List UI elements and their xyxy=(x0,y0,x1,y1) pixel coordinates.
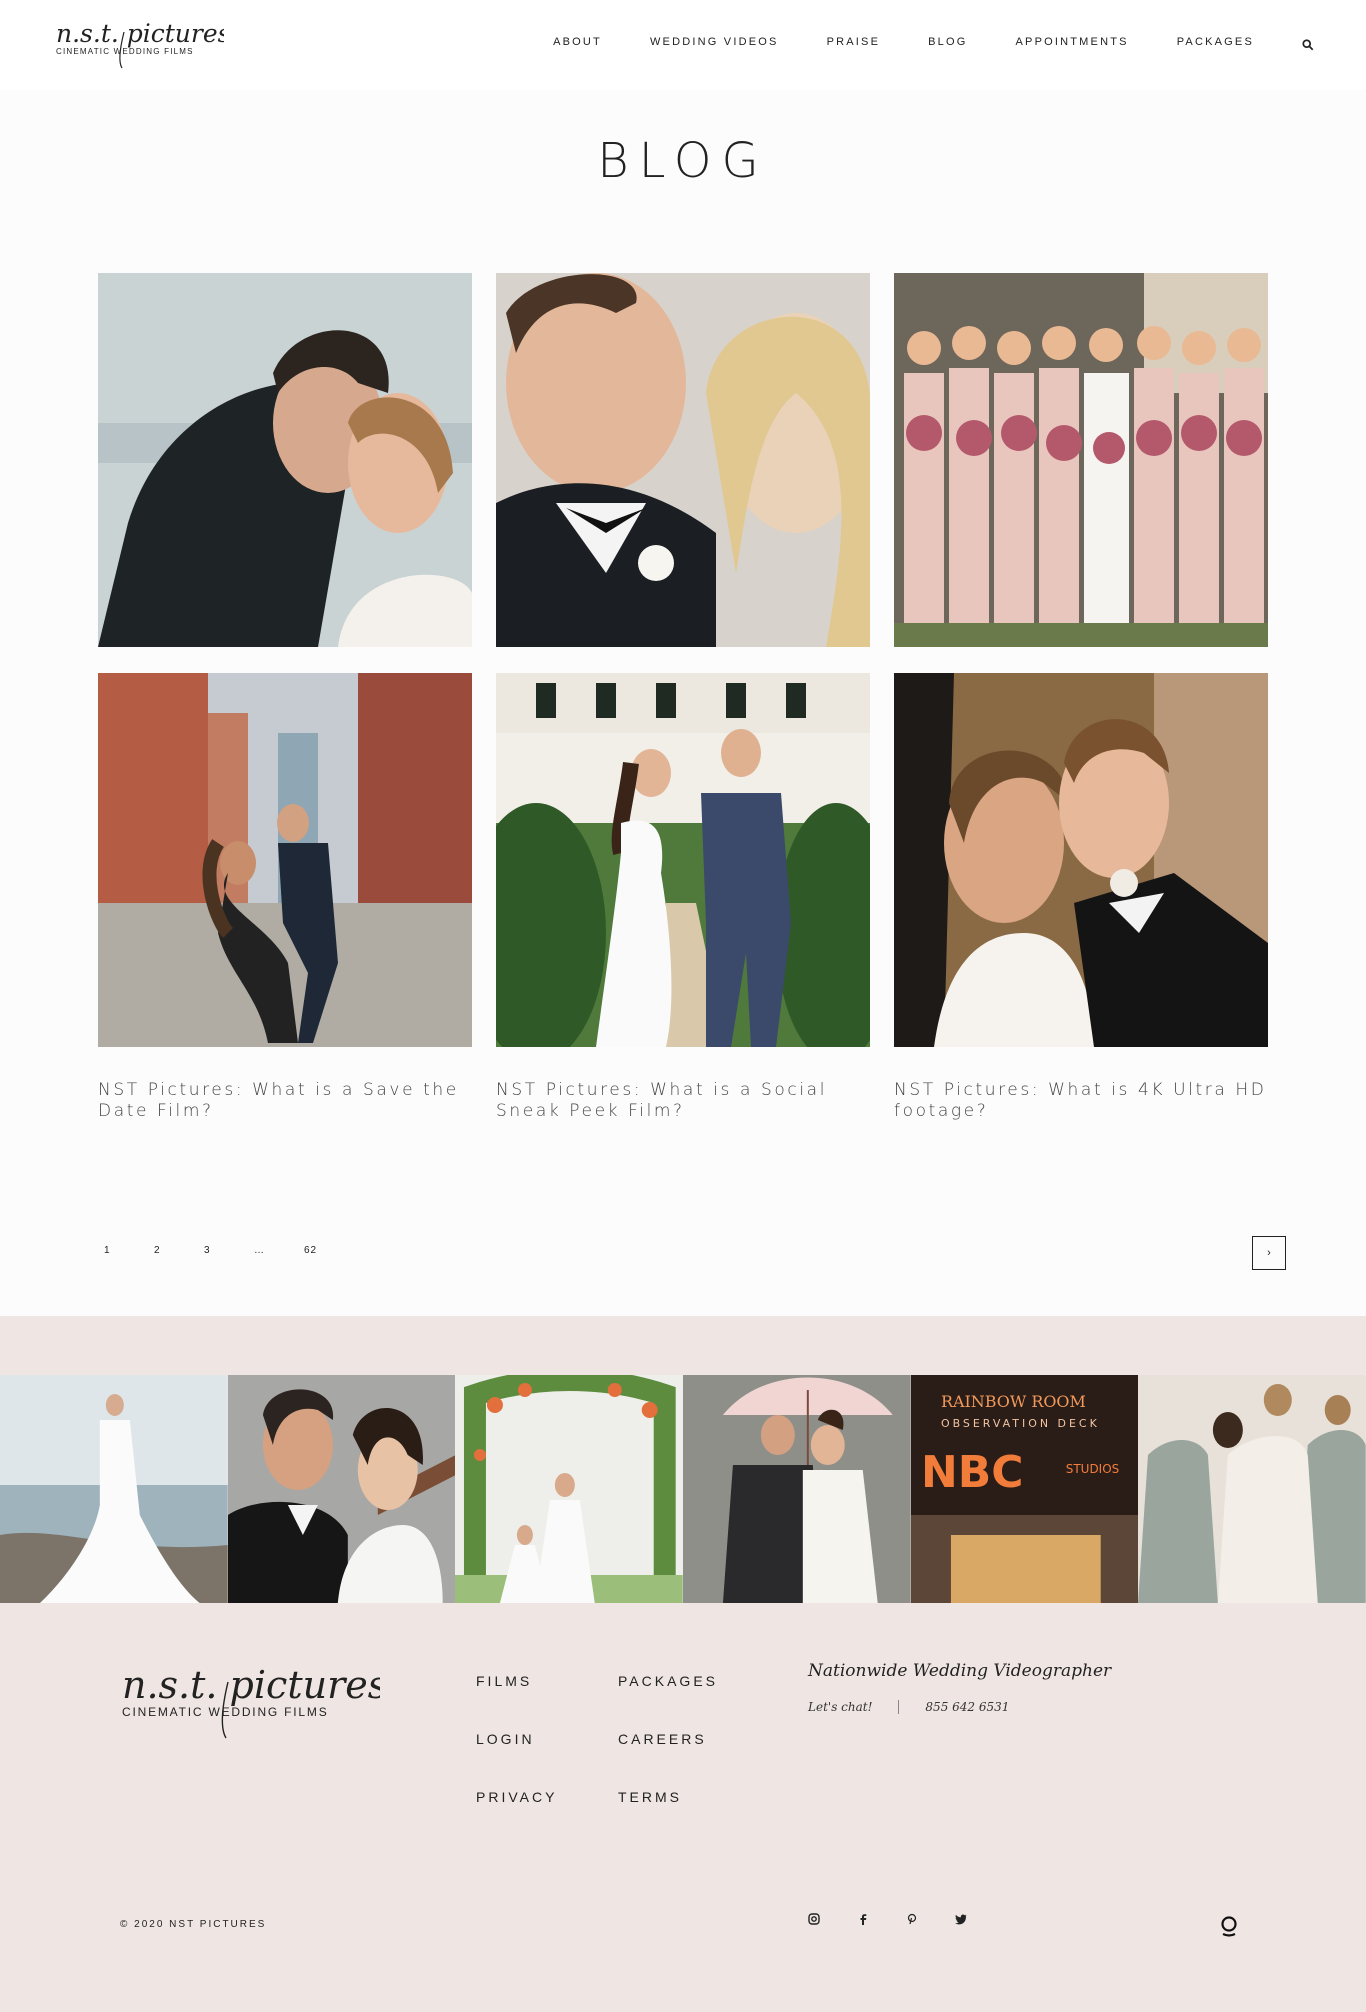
pagination: 1 2 3 … 62 xyxy=(104,1245,354,1256)
page-title: BLOG xyxy=(597,133,769,189)
nav-praise[interactable]: PRAISE xyxy=(827,36,881,48)
footer-link-films[interactable]: FILMS xyxy=(476,1672,618,1690)
post-image-3[interactable] xyxy=(894,273,1268,647)
sign-rainbow-room: RAINBOW ROOM xyxy=(941,1392,1086,1411)
post-image-5[interactable] xyxy=(496,673,870,1047)
post-title-social-sneak-peek[interactable]: NST Pictures: What is a Social Sneak Pee… xyxy=(496,1080,870,1122)
instagram-photo-1[interactable] xyxy=(0,1375,228,1603)
page-link-1[interactable]: 1 xyxy=(104,1245,154,1256)
divider xyxy=(898,1700,900,1714)
instagram-photo-2[interactable] xyxy=(227,1375,456,1603)
footer-links: FILMS PACKAGES LOGIN CAREERS PRIVACY TER… xyxy=(476,1672,760,1806)
footer-link-packages[interactable]: PACKAGES xyxy=(618,1672,760,1690)
brand-mark-icon[interactable] xyxy=(1219,1914,1239,1938)
svg-text:CINEMATIC WEDDING FILMS: CINEMATIC WEDDING FILMS xyxy=(56,47,194,56)
post-image-6[interactable] xyxy=(894,673,1268,1047)
nav-wedding-videos[interactable]: WEDDING VIDEOS xyxy=(650,36,779,48)
page-link-62[interactable]: 62 xyxy=(304,1245,354,1256)
twitter-icon[interactable] xyxy=(955,1912,1004,1930)
nav-blog[interactable]: BLOG xyxy=(928,36,967,48)
footer-logo[interactable]: n.s.t. pictures CINEMATIC WEDDING FILMS xyxy=(120,1662,387,1742)
facebook-icon[interactable] xyxy=(857,1912,906,1930)
footer-tagline: Nationwide Wedding Videographer xyxy=(808,1661,1112,1681)
sign-nbc: NBC xyxy=(921,1447,1023,1498)
footer-link-terms[interactable]: TERMS xyxy=(618,1788,760,1806)
post-title-4k-ultra-hd[interactable]: NST Pictures: What is 4K Ultra HD footag… xyxy=(894,1080,1268,1122)
main-nav: ABOUT WEDDING VIDEOS PRAISE BLOG APPOINT… xyxy=(505,36,1254,48)
post-image-4[interactable] xyxy=(98,673,472,1047)
instagram-icon[interactable] xyxy=(808,1912,857,1930)
instagram-photo-4[interactable] xyxy=(683,1375,911,1603)
next-page-button[interactable]: › xyxy=(1252,1236,1286,1270)
phone-number[interactable]: 855 642 6531 xyxy=(925,1700,1009,1714)
site-logo[interactable]: n.s.t. pictures CINEMATIC WEDDING FILMS xyxy=(54,18,231,70)
svg-text:n.s.t. pictures: n.s.t. pictures xyxy=(56,19,224,48)
nav-packages[interactable]: PACKAGES xyxy=(1177,36,1254,48)
contact-row: Let's chat! 855 642 6531 xyxy=(808,1700,1009,1714)
pinterest-icon[interactable] xyxy=(906,1912,955,1930)
instagram-photo-3[interactable] xyxy=(455,1375,684,1603)
footer-link-login[interactable]: LOGIN xyxy=(476,1730,618,1748)
instagram-photo-6[interactable] xyxy=(1138,1375,1366,1603)
page-link-2[interactable]: 2 xyxy=(154,1245,204,1256)
nav-about[interactable]: ABOUT xyxy=(553,36,602,48)
post-image-2[interactable] xyxy=(496,273,870,647)
chevron-right-icon: › xyxy=(1267,1247,1271,1259)
site-footer: RAINBOW ROOM OBSERVATION DECK NBC STUDIO… xyxy=(0,1316,1366,2012)
page-link-3[interactable]: 3 xyxy=(204,1245,254,1256)
site-header: n.s.t. pictures CINEMATIC WEDDING FILMS … xyxy=(0,0,1366,90)
sign-studios: STUDIOS xyxy=(1065,1462,1118,1476)
post-title-save-the-date[interactable]: NST Pictures: What is a Save the Date Fi… xyxy=(98,1080,472,1122)
instagram-photo-5[interactable]: RAINBOW ROOM OBSERVATION DECK NBC STUDIO… xyxy=(910,1375,1139,1603)
search-icon[interactable] xyxy=(1302,38,1316,52)
page-ellipsis: … xyxy=(254,1245,265,1256)
instagram-feed: RAINBOW ROOM OBSERVATION DECK NBC STUDIO… xyxy=(0,1375,1366,1603)
svg-text:n.s.t. pictures: n.s.t. pictures xyxy=(122,1663,380,1707)
social-links xyxy=(808,1912,1004,1930)
sign-observation-deck: OBSERVATION DECK xyxy=(941,1417,1100,1430)
nav-appointments[interactable]: APPOINTMENTS xyxy=(1016,36,1129,48)
footer-link-careers[interactable]: CAREERS xyxy=(618,1730,760,1748)
post-image-1[interactable] xyxy=(98,273,472,647)
footer-link-privacy[interactable]: PRIVACY xyxy=(476,1788,618,1806)
svg-text:CINEMATIC WEDDING FILMS: CINEMATIC WEDDING FILMS xyxy=(122,1705,329,1719)
chat-label[interactable]: Let's chat! xyxy=(808,1700,872,1714)
copyright: © 2020 NST PICTURES xyxy=(120,1919,267,1930)
